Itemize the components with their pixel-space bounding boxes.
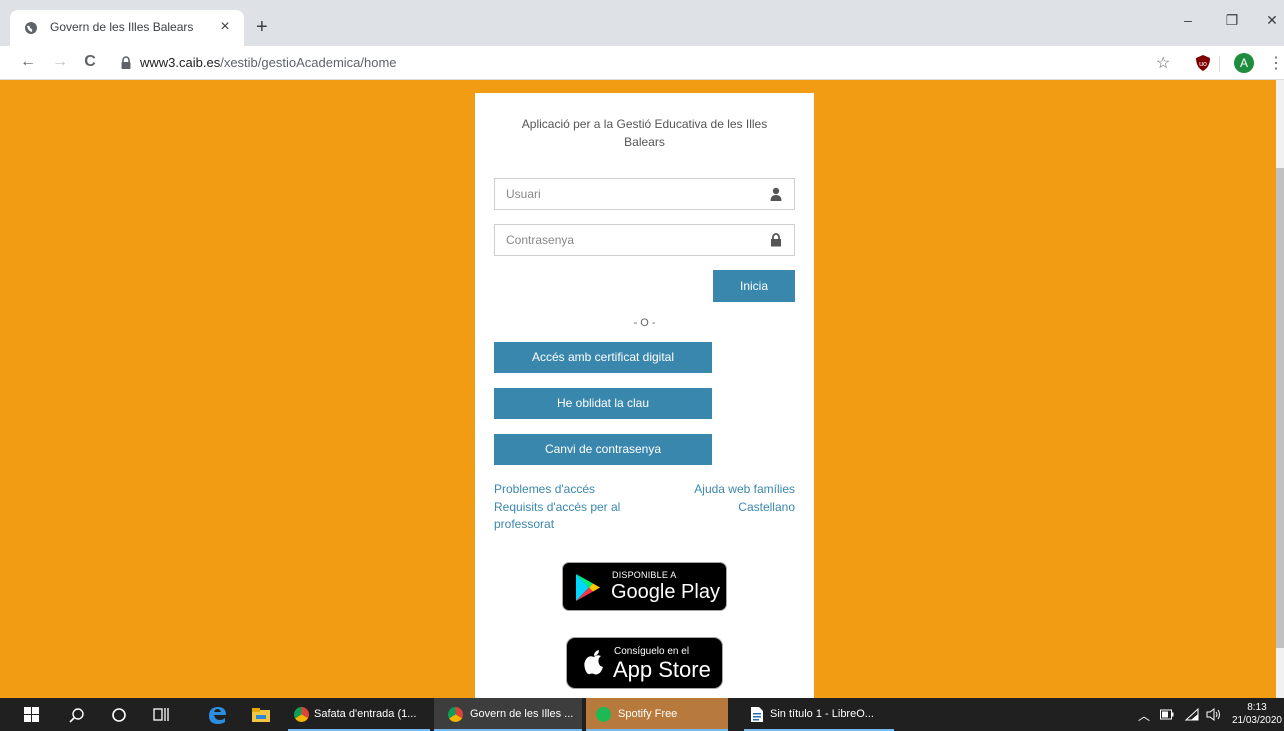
password-input[interactable] xyxy=(495,225,765,255)
padlock-icon xyxy=(771,233,781,247)
or-separator: - O - xyxy=(633,317,656,329)
bookmark-star-icon[interactable]: ☆ xyxy=(1156,53,1170,73)
cortana-icon[interactable] xyxy=(104,698,134,731)
libreoffice-writer-icon xyxy=(751,707,763,722)
password-field[interactable] xyxy=(494,224,795,256)
forward-button[interactable]: → xyxy=(50,52,70,72)
chrome-icon xyxy=(294,707,309,722)
taskbar-task-govern[interactable]: Govern de les Illes ... xyxy=(434,698,582,731)
clock-date: 21/03/2020 xyxy=(1231,715,1282,726)
browser-tab[interactable]: Govern de les Illes Balears × xyxy=(10,10,244,46)
spotify-icon xyxy=(596,707,611,722)
app-title: Aplicació per a la Gestió Educativa de l… xyxy=(521,117,768,149)
taskbar-task-libreoffice[interactable]: Sin título 1 - LibreO... xyxy=(744,698,894,731)
search-icon[interactable] xyxy=(62,698,92,731)
windows-taskbar: Safata d'entrada (1... Govern de les Ill… xyxy=(0,698,1284,731)
task-view-icon[interactable] xyxy=(146,698,176,731)
address-bar[interactable]: www3.caib.es/xestib/gestioAcademica/home xyxy=(140,55,397,70)
toolbar-divider xyxy=(1219,56,1220,72)
login-button[interactable]: Inicia xyxy=(713,270,795,302)
restore-button[interactable]: ❐ xyxy=(1222,12,1242,29)
close-window-button[interactable]: ✕ xyxy=(1262,12,1282,29)
browser-menu-icon[interactable]: ⋮ xyxy=(1268,53,1284,73)
edge-icon[interactable] xyxy=(200,698,234,731)
back-button[interactable]: ← xyxy=(18,52,38,72)
system-clock[interactable]: 8:13 21/03/2020 xyxy=(1232,701,1282,727)
reload-button[interactable]: C xyxy=(80,52,100,72)
app-store-badge[interactable]: Consíguelo en el App Store xyxy=(566,637,723,689)
wifi-icon[interactable] xyxy=(1184,708,1200,721)
google-play-badge[interactable]: DISPONIBLE A Google Play xyxy=(562,562,727,611)
task-label: Sin título 1 - LibreO... xyxy=(770,708,874,720)
google-play-icon xyxy=(576,574,600,601)
browser-tab-strip: Govern de les Illes Balears × + – ❐ ✕ xyxy=(0,0,1284,46)
battery-icon[interactable] xyxy=(1160,709,1174,720)
username-input[interactable] xyxy=(495,179,765,209)
forgot-password-button[interactable]: He oblidat la clau xyxy=(494,388,712,419)
task-label: Safata d'entrada (1... xyxy=(314,708,417,720)
globe-icon xyxy=(25,22,37,34)
spanish-language-link[interactable]: Castellano xyxy=(738,499,795,516)
task-label: Spotify Free xyxy=(618,708,678,720)
task-label: Govern de les Illes ... xyxy=(470,708,574,720)
access-problems-link[interactable]: Problemes d'accés xyxy=(494,481,595,498)
taskbar-task-mail[interactable]: Safata d'entrada (1... xyxy=(288,698,430,731)
svg-text:uo: uo xyxy=(1199,61,1207,68)
tab-close-icon[interactable]: × xyxy=(216,17,234,37)
url-path: /xestib/gestioAcademica/home xyxy=(220,55,397,70)
clock-time: 8:13 xyxy=(1247,702,1267,713)
tab-title: Govern de les Illes Balears xyxy=(50,20,194,34)
user-icon xyxy=(770,187,782,201)
google-play-label: Google Play xyxy=(611,581,720,603)
app-store-label: App Store xyxy=(613,657,711,682)
taskbar-task-spotify[interactable]: Spotify Free xyxy=(586,698,728,731)
minimize-button[interactable]: – xyxy=(1178,12,1198,28)
new-tab-button[interactable]: + xyxy=(256,17,268,37)
volume-icon[interactable] xyxy=(1206,708,1222,721)
windows-start-icon[interactable] xyxy=(14,698,48,731)
lock-icon[interactable] xyxy=(120,56,132,70)
show-hidden-icons[interactable]: ︿ xyxy=(1138,707,1150,724)
chrome-icon xyxy=(448,707,463,722)
change-password-button[interactable]: Canvi de contrasenya xyxy=(494,434,712,465)
certificate-access-button[interactable]: Accés amb certificat digital xyxy=(494,342,712,373)
username-field[interactable] xyxy=(494,178,795,210)
login-card: Aplicació per a la Gestió Educativa de l… xyxy=(475,93,814,698)
ublock-shield-icon[interactable]: uo xyxy=(1195,54,1211,72)
apple-icon xyxy=(584,650,603,675)
page-background: Aplicació per a la Gestió Educativa de l… xyxy=(0,80,1284,698)
app-store-caption: Consíguelo en el xyxy=(614,646,690,657)
scrollbar-thumb[interactable] xyxy=(1276,168,1284,648)
google-play-caption: DISPONIBLE A xyxy=(612,570,677,580)
browser-toolbar: ← → C www3.caib.es/xestib/gestioAcademic… xyxy=(0,46,1284,80)
family-help-link[interactable]: Ajuda web famílies xyxy=(694,481,795,498)
teacher-requirements-link[interactable]: Requisits d'accés per al professorat xyxy=(494,499,634,533)
file-explorer-icon[interactable] xyxy=(244,698,278,731)
url-host: www3.caib.es xyxy=(140,55,221,70)
profile-avatar[interactable]: A xyxy=(1234,53,1254,73)
